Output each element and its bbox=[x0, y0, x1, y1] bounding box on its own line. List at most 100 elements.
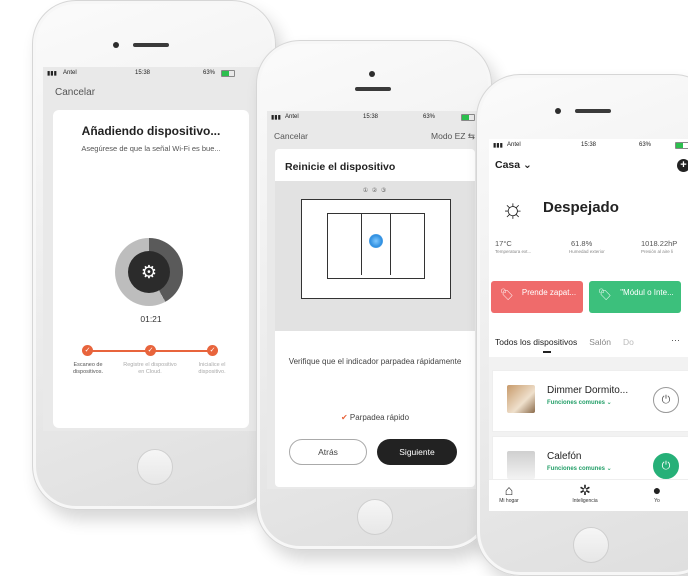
battery-icon bbox=[675, 142, 688, 149]
nav-profile[interactable]: ● Yo bbox=[637, 482, 677, 504]
tag-icon: 🏷 bbox=[598, 289, 612, 301]
screen-adding-device: ▮▮▮ Antel 15:38 63% Cancelar Añadiendo d… bbox=[43, 67, 265, 431]
home-icon: ⌂ bbox=[504, 482, 514, 498]
humidity-label: Humedad exterior bbox=[569, 249, 605, 254]
battery-icon bbox=[461, 114, 475, 121]
front-camera bbox=[555, 108, 561, 114]
mode-switch[interactable]: Modo EZ ⇆ bbox=[431, 131, 475, 142]
clock-label: 15:38 bbox=[581, 142, 597, 148]
step-label-scan: Escaneo de dispositivos. bbox=[73, 362, 103, 375]
device-card[interactable]: Calefón Funciones comunes ⌄ ⏻ bbox=[493, 437, 688, 483]
cancel-button[interactable]: Cancelar bbox=[55, 87, 95, 98]
progress-card: Añadiendo dispositivo... Asegúrese de qu… bbox=[53, 110, 249, 428]
device-name: Dimmer Dormito... bbox=[547, 385, 629, 396]
fast-blink-label: Parpadea rápido bbox=[349, 413, 410, 422]
step-indicator: ① ② ③ bbox=[362, 188, 388, 194]
scene-label: Prende zapat... bbox=[521, 288, 577, 297]
scene-label: "Módul o Inte... bbox=[620, 288, 674, 297]
signal-icon: ▮▮▮ bbox=[47, 71, 57, 77]
verify-instruction: Verifique que el indicador parpadea rápi… bbox=[288, 357, 462, 366]
user-icon: ● bbox=[652, 482, 662, 498]
nav-label: Inteligencia bbox=[572, 498, 598, 504]
weather-condition: Despejado bbox=[543, 199, 619, 216]
fast-blink-option[interactable]: ✔ Parpadea rápido bbox=[275, 413, 475, 422]
home-button bbox=[573, 527, 609, 563]
device-thumbnail bbox=[507, 451, 535, 479]
signal-icon: ▮▮▮ bbox=[271, 115, 281, 121]
check-icon: ✔ bbox=[340, 413, 348, 422]
pressure-value: 1018.22hP bbox=[641, 239, 678, 248]
add-device-button[interactable]: + bbox=[677, 159, 688, 172]
device-name: Calefón bbox=[547, 451, 582, 462]
scene-card[interactable]: 🏷 "Módul o Inte... bbox=[589, 281, 681, 313]
reset-card: Reinicie el dispositivo ① ② ③ Verifique … bbox=[275, 149, 475, 487]
back-button[interactable]: Atrás bbox=[289, 439, 367, 465]
tab-salon[interactable]: Salón bbox=[589, 337, 611, 347]
home-button bbox=[137, 449, 173, 485]
nav-label: Mi hogar bbox=[499, 498, 519, 504]
switch-frame bbox=[327, 213, 425, 279]
device-functions[interactable]: Funciones comunes ⌄ bbox=[547, 399, 612, 406]
carrier-label: Antel bbox=[63, 70, 77, 76]
switch-center-panel bbox=[361, 213, 391, 275]
tag-icon: 🏷 bbox=[500, 289, 514, 301]
cancel-button[interactable]: Cancelar bbox=[274, 131, 308, 141]
more-icon[interactable]: ··· bbox=[671, 335, 680, 345]
front-camera bbox=[369, 71, 375, 77]
home-button bbox=[357, 499, 393, 535]
device-thumbnail bbox=[507, 385, 535, 413]
scene-card[interactable]: 🏷 Prende zapat... bbox=[491, 281, 583, 313]
illustration-panel: ① ② ③ bbox=[275, 181, 475, 331]
battery-percent: 63% bbox=[423, 114, 436, 120]
phone-mockup-reset-device: ▮▮▮ Antel 15:38 63% Cancelar Modo EZ ⇆ R… bbox=[256, 40, 492, 550]
status-bar: ▮▮▮ Antel 15:38 63% bbox=[489, 139, 688, 153]
gear-icon: ⚙ bbox=[128, 251, 170, 293]
front-camera bbox=[113, 42, 119, 48]
countdown-timer: 01:21 bbox=[140, 314, 162, 324]
tab-dormitorio[interactable]: Do bbox=[623, 337, 634, 347]
pressure-label: Presión al aire li bbox=[641, 249, 674, 254]
nav-home[interactable]: ⌂ Mi hogar bbox=[489, 482, 529, 504]
speaker-grille bbox=[133, 43, 169, 47]
room-tabs: Todos los dispositivos Salón Do bbox=[495, 337, 634, 347]
screen-reset-device: ▮▮▮ Antel 15:38 63% Cancelar Modo EZ ⇆ R… bbox=[267, 111, 481, 489]
active-tab-indicator bbox=[543, 351, 551, 353]
step-label-register: Registre el dispositivo en Cloud. bbox=[123, 362, 177, 375]
device-card[interactable]: Dimmer Dormito... Funciones comunes ⌄ ⏻ bbox=[493, 371, 688, 431]
status-bar: ▮▮▮ Antel 15:38 63% bbox=[267, 111, 481, 125]
step-check-icon: ✓ bbox=[82, 345, 93, 356]
device-functions[interactable]: Funciones comunes ⌄ bbox=[547, 465, 612, 472]
temperature-value: 17°C bbox=[495, 239, 512, 248]
carrier-label: Antel bbox=[285, 114, 299, 120]
status-bar: ▮▮▮ Antel 15:38 63% bbox=[43, 67, 265, 81]
bottom-navigation: ⌂ Mi hogar ✲ Inteligencia ● Yo bbox=[489, 479, 688, 511]
nav-label: Yo bbox=[654, 498, 660, 504]
step-check-icon: ✓ bbox=[207, 345, 218, 356]
power-button[interactable]: ⏻ bbox=[653, 453, 679, 479]
speaker-grille bbox=[355, 87, 391, 91]
sun-icon: ☼ bbox=[501, 193, 525, 223]
temperature-label: Temperatura ext... bbox=[495, 249, 532, 254]
battery-percent: 63% bbox=[639, 142, 652, 148]
home-selector[interactable]: Casa ⌄ bbox=[495, 159, 532, 171]
page-title: Reinicie el dispositivo bbox=[285, 161, 396, 173]
nav-intelligence[interactable]: ✲ Inteligencia bbox=[565, 482, 605, 504]
tab-all-devices[interactable]: Todos los dispositivos bbox=[495, 337, 577, 347]
signal-icon: ▮▮▮ bbox=[493, 143, 503, 149]
next-button[interactable]: Siguiente bbox=[377, 439, 457, 465]
phone-mockup-adding-device: ▮▮▮ Antel 15:38 63% Cancelar Añadiendo d… bbox=[32, 0, 276, 510]
humidity-value: 61.8% bbox=[571, 239, 593, 248]
phone-mockup-home-dashboard: ▮▮▮ Antel 15:38 63% Casa ⌄ + ☼ Despejado… bbox=[476, 74, 688, 576]
scene-icon: ✲ bbox=[579, 482, 591, 498]
step-check-icon: ✓ bbox=[145, 345, 156, 356]
carrier-label: Antel bbox=[507, 142, 521, 148]
wall-switch-illustration bbox=[301, 199, 451, 299]
power-button[interactable]: ⏻ bbox=[653, 387, 679, 413]
page-title: Añadiendo dispositivo... bbox=[81, 124, 221, 138]
blinking-led-icon bbox=[369, 234, 383, 248]
clock-label: 15:38 bbox=[363, 114, 379, 120]
speaker-grille bbox=[575, 109, 611, 113]
progress-ring: ⚙ bbox=[115, 238, 183, 306]
screen-home-dashboard: ▮▮▮ Antel 15:38 63% Casa ⌄ + ☼ Despejado… bbox=[489, 139, 688, 511]
clock-label: 15:38 bbox=[135, 70, 151, 76]
